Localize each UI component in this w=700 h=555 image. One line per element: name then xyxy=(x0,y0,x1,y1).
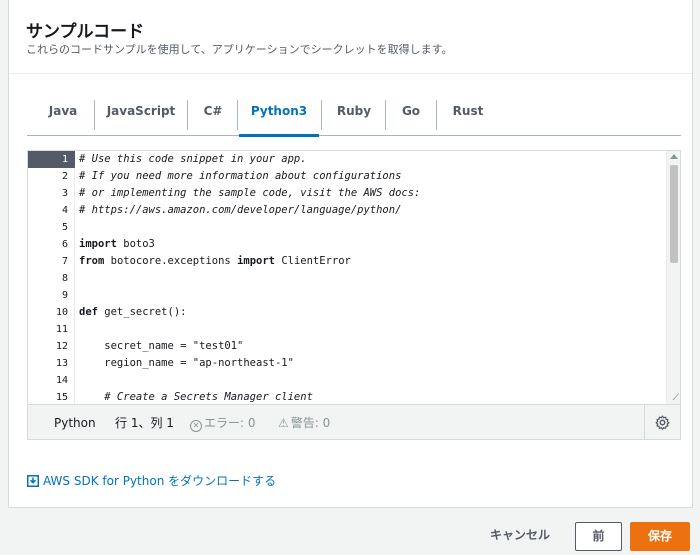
line-number: 3 xyxy=(61,188,68,199)
cancel-button[interactable]: キャンセル xyxy=(480,522,560,551)
dialog-title: サンプルコード xyxy=(26,22,145,42)
dialog-header: サンプルコード これらのコードサンプルを使用して、アプリケーションでシークレット… xyxy=(9,0,692,74)
code-content[interactable]: # Use this code snippet in your app. # I… xyxy=(79,151,659,404)
line-number: 5 xyxy=(61,222,68,233)
code-line: # https://aws.amazon.com/developer/langu… xyxy=(79,204,402,216)
dialog-subtitle: これらのコードサンプルを使用して、アプリケーションでシークレットを取得します。 xyxy=(26,43,453,56)
gear-icon xyxy=(655,415,670,430)
tab-ruby[interactable]: Ruby xyxy=(325,96,383,136)
code-line: from botocore.exceptions import ClientEr… xyxy=(79,255,351,267)
editor-status-bar: Python 行 1、列 1 ✕ エラー: 0 ⚠ 警告: 0 xyxy=(28,404,680,439)
previous-button[interactable]: 前 xyxy=(575,522,622,551)
scrollbar-thumb[interactable] xyxy=(670,165,678,263)
status-cursor-position: 行 1、列 1 xyxy=(115,416,174,430)
editor-settings-button[interactable] xyxy=(644,405,680,439)
tab-go[interactable]: Go xyxy=(389,96,433,136)
line-number: 7 xyxy=(61,256,68,267)
line-number: 1 xyxy=(28,151,75,168)
tab-divider xyxy=(321,100,322,130)
tab-java[interactable]: Java xyxy=(37,96,89,136)
tab-python3[interactable]: Python3 xyxy=(239,96,319,137)
tab-rust[interactable]: Rust xyxy=(441,96,495,136)
status-warnings-text: 警告: 0 xyxy=(290,416,331,430)
error-icon: ✕ xyxy=(190,420,202,432)
tab-divider xyxy=(436,100,437,130)
line-number: 14 xyxy=(55,375,68,386)
code-editor[interactable]: 1 2 3 4 5 6 7 8 9 10 11 12 13 14 15 # Us… xyxy=(27,150,681,440)
sample-code-dialog: サンプルコード これらのコードサンプルを使用して、アプリケーションでシークレット… xyxy=(8,0,693,508)
line-number: 6 xyxy=(61,239,68,250)
line-number: 8 xyxy=(61,273,68,284)
status-errors: ✕ エラー: 0 xyxy=(190,415,256,432)
warning-icon: ⚠ xyxy=(278,416,289,430)
line-number: 12 xyxy=(55,341,68,352)
save-button[interactable]: 保存 xyxy=(630,522,690,551)
status-warnings: ⚠ 警告: 0 xyxy=(278,415,330,431)
tab-divider xyxy=(385,100,386,130)
code-line: import boto3 xyxy=(79,238,155,250)
line-number: 4 xyxy=(61,205,68,216)
line-number: 11 xyxy=(55,324,68,335)
code-line: # Use this code snippet in your app. xyxy=(79,153,307,165)
code-line: # If you need more information about con… xyxy=(79,170,402,182)
line-number: 13 xyxy=(55,358,68,369)
language-tabs: Java JavaScript C# Python3 Ruby Go Rust xyxy=(27,96,681,137)
code-line: secret_name = "test01" xyxy=(79,340,244,352)
scroll-up-arrow-icon[interactable] xyxy=(670,154,678,159)
download-sdk-label: AWS SDK for Python をダウンロードする xyxy=(43,474,277,488)
tab-javascript[interactable]: JavaScript xyxy=(99,96,183,136)
tab-divider xyxy=(94,100,95,130)
line-number-gutter: 1 2 3 4 5 6 7 8 9 10 11 12 13 14 15 xyxy=(28,151,75,404)
code-line: region_name = "ap-northeast-1" xyxy=(79,357,294,369)
tab-divider xyxy=(237,100,238,130)
code-line: def get_secret(): xyxy=(79,306,187,318)
line-number: 10 xyxy=(55,307,68,318)
status-errors-text: エラー: 0 xyxy=(204,416,256,430)
status-language: Python xyxy=(54,416,96,430)
download-icon xyxy=(27,475,39,487)
download-sdk-link[interactable]: AWS SDK for Python をダウンロードする xyxy=(27,472,276,489)
resize-grip-icon[interactable]: ⟋ xyxy=(673,393,679,403)
editor-scrollbar[interactable] xyxy=(666,151,680,404)
code-line: # or implementing the sample code, visit… xyxy=(79,187,421,199)
line-number: 9 xyxy=(61,290,68,301)
tab-divider xyxy=(187,100,188,130)
line-number: 2 xyxy=(61,171,68,182)
tab-csharp[interactable]: C# xyxy=(193,96,233,136)
